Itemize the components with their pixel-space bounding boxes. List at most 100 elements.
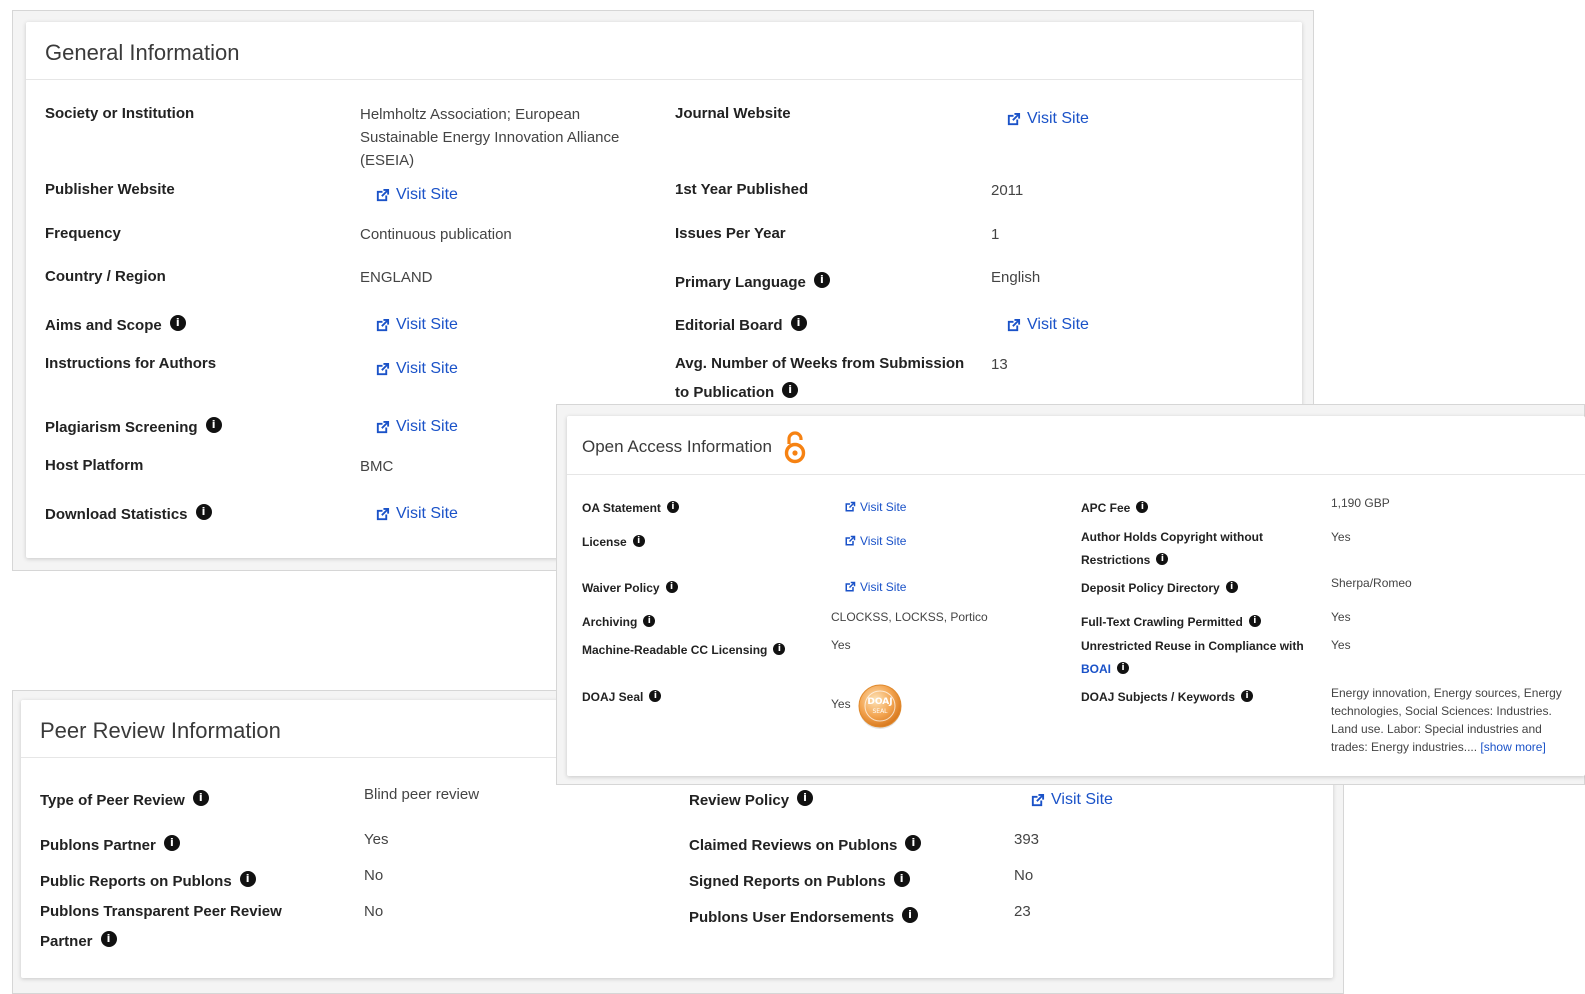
info-icon[interactable]: i [169, 315, 186, 332]
publisher-website-link[interactable]: Visit Site [375, 186, 458, 204]
download-label-row: Download Statistics i [45, 504, 212, 523]
country-label: Country / Region [45, 268, 166, 285]
type-label: Type of Peer Review [40, 792, 185, 809]
info-icon[interactable]: i [665, 580, 678, 593]
frequency-label: Frequency [45, 225, 121, 242]
claimed-label-row: Claimed Reviews on Publons i [689, 835, 922, 854]
download-link-label: Visit Site [396, 505, 458, 522]
type-value: Blind peer review [364, 786, 480, 803]
external-link-icon [1007, 112, 1021, 125]
info-icon[interactable]: i [205, 417, 222, 434]
copyright-label-line2: Restrictions [1081, 553, 1151, 567]
editorial-link[interactable]: Visit Site [1006, 316, 1089, 334]
info-icon[interactable]: i [239, 871, 256, 888]
society-value: Helmholtz Association; European Sustaina… [360, 106, 620, 169]
license-link[interactable]: Visit Site [844, 534, 906, 548]
mr-cc-value: Yes [831, 638, 851, 652]
external-link-icon [1007, 318, 1021, 331]
info-icon[interactable]: i [666, 500, 679, 513]
info-icon[interactable]: i [1156, 552, 1169, 565]
weeks-label-line2: to Publication [675, 384, 775, 401]
info-icon[interactable]: i [643, 614, 656, 627]
reuse-label-line2-row: BOAI i [1081, 661, 1129, 676]
info-icon[interactable]: i [773, 642, 786, 655]
plagiarism-link-label: Visit Site [396, 418, 458, 435]
license-label: License [582, 535, 627, 549]
host-value: BMC [360, 458, 394, 475]
public-reports-label: Public Reports on Publons [40, 873, 232, 890]
oa-statement-link-label: Visit Site [860, 500, 907, 514]
plagiarism-link[interactable]: Visit Site [375, 418, 458, 436]
transparent-value: No [364, 903, 384, 920]
info-icon[interactable]: i [1117, 661, 1129, 674]
waiver-link[interactable]: Visit Site [844, 580, 906, 594]
society-label: Society or Institution [45, 105, 195, 122]
open-access-title-row: Open Access Information [582, 430, 806, 464]
info-icon[interactable]: i [100, 931, 117, 948]
archiving-label-row: Archiving i [582, 614, 656, 629]
mr-cc-label: Machine-Readable CC Licensing [582, 643, 768, 657]
review-policy-label-row: Review Policy i [689, 790, 814, 809]
apc-label: APC Fee [1081, 501, 1131, 515]
review-policy-link[interactable]: Visit Site [1030, 791, 1113, 809]
deposit-label: Deposit Policy Directory [1081, 581, 1220, 595]
peer-review-title: Peer Review Information [40, 718, 281, 743]
copyright-value: Yes [1331, 530, 1351, 544]
instructions-link[interactable]: Visit Site [375, 360, 458, 378]
editorial-label-row: Editorial Board i [675, 315, 807, 334]
svg-text:SEAL: SEAL [872, 708, 888, 715]
aims-label-row: Aims and Scope i [45, 315, 186, 334]
oa-statement-link[interactable]: Visit Site [844, 500, 906, 514]
weeks-label-line1: Avg. Number of Weeks from Submission [675, 355, 965, 372]
info-icon[interactable]: i [632, 534, 645, 547]
info-icon[interactable]: i [893, 871, 910, 888]
info-icon[interactable]: i [1136, 500, 1149, 513]
external-link-icon [845, 581, 856, 592]
journal-website-link[interactable]: Visit Site [1006, 110, 1089, 128]
crawling-label-row: Full-Text Crawling Permitted i [1081, 614, 1261, 629]
info-icon[interactable]: i [1248, 614, 1261, 627]
aims-link[interactable]: Visit Site [375, 316, 458, 334]
info-icon[interactable]: i [649, 689, 662, 702]
weeks-label-line2-row: to Publication i [675, 382, 799, 401]
info-icon[interactable]: i [782, 382, 799, 399]
waiver-label-row: Waiver Policy i [582, 580, 678, 595]
license-label-row: License i [582, 534, 645, 549]
subjects-label-row: DOAJ Subjects / Keywords i [1081, 689, 1254, 704]
external-link-icon [845, 535, 856, 546]
waiver-link-label: Visit Site [860, 580, 907, 594]
external-link-icon [376, 362, 390, 375]
country-value: ENGLAND [360, 269, 433, 286]
publons-partner-label-row: Publons Partner i [40, 835, 180, 854]
boai-link[interactable]: BOAI [1081, 662, 1111, 676]
aims-label: Aims and Scope [45, 317, 162, 334]
external-link-icon [845, 501, 856, 512]
info-icon[interactable]: i [813, 272, 830, 289]
info-icon[interactable]: i [905, 835, 922, 852]
aims-link-label: Visit Site [396, 316, 458, 333]
apc-value: 1,190 GBP [1331, 496, 1390, 510]
instructions-label: Instructions for Authors [45, 355, 217, 372]
review-policy-link-label: Visit Site [1051, 791, 1113, 808]
info-icon[interactable]: i [790, 315, 807, 332]
external-link-icon [1031, 793, 1045, 806]
copyright-label-line2-row: Restrictions i [1081, 552, 1169, 567]
doaj-seal-label: DOAJ Seal [582, 690, 644, 704]
show-more-link[interactable]: [show more] [1480, 740, 1545, 754]
transparent-label-line1: Publons Transparent Peer Review [40, 903, 282, 920]
publons-partner-label: Publons Partner [40, 837, 156, 854]
review-policy-label: Review Policy [689, 792, 790, 809]
info-icon[interactable]: i [195, 504, 212, 521]
info-icon[interactable]: i [797, 790, 814, 807]
editorial-link-label: Visit Site [1027, 316, 1089, 333]
download-link[interactable]: Visit Site [375, 505, 458, 523]
signed-label: Signed Reports on Publons [689, 873, 886, 890]
info-icon[interactable]: i [1225, 580, 1238, 593]
oa-statement-label: OA Statement [582, 501, 661, 515]
info-icon[interactable]: i [163, 835, 180, 852]
mr-cc-label-row: Machine-Readable CC Licensing i [582, 642, 786, 657]
external-link-icon [376, 318, 390, 331]
info-icon[interactable]: i [902, 907, 919, 924]
info-icon[interactable]: i [192, 790, 209, 807]
info-icon[interactable]: i [1241, 689, 1254, 702]
